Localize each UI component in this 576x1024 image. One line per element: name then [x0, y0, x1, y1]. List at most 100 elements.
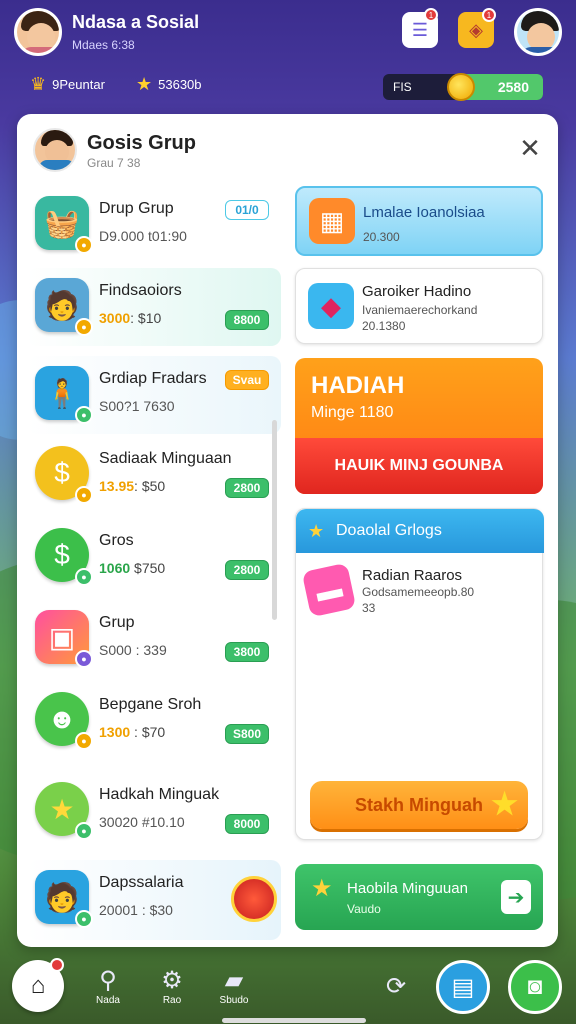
- item-badge: 01/0: [225, 200, 269, 220]
- home-badge: [50, 958, 64, 972]
- group-rewards-tab[interactable]: ★ Doaolal Grlogs: [296, 509, 544, 553]
- item-highlight: 1060: [99, 560, 131, 576]
- hadiah-banner[interactable]: HADIAH Minge 1180 HAUIK MINJ GOUNBA: [295, 358, 543, 494]
- card-title: Lmalae Ioanolsiaa: [363, 204, 485, 221]
- scrollbar[interactable]: [272, 420, 277, 620]
- claim-button-label: Stakh Minguah: [354, 794, 483, 815]
- list-item[interactable]: ★ ● Hadkah Minguak 30020 #10.10 8000: [27, 772, 281, 850]
- list-item[interactable]: ☻ ● Bepgane Sroh 1300 : $70 S800: [27, 682, 281, 760]
- item-title: Gros: [99, 532, 134, 549]
- item-value: S00?1 7630: [99, 398, 175, 414]
- item-badge: 2800: [225, 560, 269, 580]
- nav-shop-label: Sbudo: [219, 995, 249, 1006]
- panel-subtitle: Grau 7 38: [87, 156, 141, 170]
- item-badge: 8000: [225, 814, 269, 834]
- coin-balance[interactable]: FIS 2580: [383, 73, 543, 101]
- coin-value: 2580: [497, 79, 529, 95]
- arrow-button[interactable]: ➔: [501, 880, 531, 914]
- hadiah-subtitle: Minge 1180: [311, 404, 394, 421]
- reward-title: Radian Raaros: [362, 567, 463, 584]
- nav-shop[interactable]: ▰ Sbudo: [208, 960, 260, 1012]
- item-title: Dapssalaria: [99, 874, 184, 891]
- group-list: 🧺 ● Drup Grup D9.000 t01:90 01/0 🧑 ● Finds…: [27, 184, 281, 844]
- nav-chat[interactable]: ▤: [436, 960, 490, 1014]
- stat-rank: ♛ 9Peuntar: [30, 74, 105, 95]
- item-badge: 8800: [225, 310, 269, 330]
- search-icon: ⚲: [99, 967, 117, 994]
- item-title: Drup Grup: [99, 200, 174, 217]
- hadiah-button[interactable]: HAUIK MINJ GOUNBA: [295, 438, 543, 494]
- weekly-subtitle: Vaudo: [347, 902, 381, 916]
- item-rest: : $70: [130, 724, 166, 740]
- nav-refresh[interactable]: ⟳: [370, 960, 422, 1012]
- list-item[interactable]: $ ● Gros 1060 $750 2800: [27, 518, 281, 596]
- trophy-icon: ★: [308, 520, 325, 541]
- camera-icon: ◙: [527, 973, 543, 1000]
- nav-search[interactable]: ⚲ Nada: [82, 960, 134, 1012]
- user-subtitle: Mdaes 6:38: [72, 38, 135, 52]
- item-title: Findsaoiors: [99, 282, 182, 299]
- user-name: Ndasa a Sosial: [72, 12, 200, 32]
- arrow-right-icon: ➔: [507, 886, 525, 909]
- close-button[interactable]: ✕: [516, 134, 544, 162]
- claim-button[interactable]: Stakh Minguah ★: [310, 781, 528, 829]
- star-coin-icon: ★ ●: [35, 782, 93, 840]
- list-icon: ☰: [411, 19, 429, 40]
- card-subtitle-2: 20.1380: [362, 319, 406, 333]
- crown-icon: ♛: [30, 74, 47, 94]
- star-icon: ★: [311, 875, 333, 902]
- item-badge: Svau: [225, 370, 269, 390]
- item-title: Grup: [99, 614, 135, 631]
- item-rest: $750: [130, 560, 166, 576]
- item-value: 20001 : $30: [99, 902, 173, 918]
- stat-rank-value: 9Peuntar: [52, 77, 105, 92]
- item-rest: : $10: [130, 310, 162, 326]
- coin-label: FIS: [393, 80, 412, 94]
- list-item[interactable]: $ ● Sadiaak Minguaan 13.95: $50 2800: [27, 436, 281, 514]
- item-highlight: 13.95: [99, 478, 135, 494]
- list-item-bottom[interactable]: 🧑 ● Dapssalaria 20001 : $30: [27, 860, 281, 940]
- card-subtitle: Ivaniemaerechorkand: [362, 303, 478, 317]
- stat-stars-value: 53630b: [158, 77, 202, 92]
- close-icon: ✕: [519, 133, 541, 163]
- tab-label: Doaolal Grlogs: [336, 522, 442, 539]
- item-rest: : $50: [134, 478, 166, 494]
- gift-badge: 1: [482, 8, 496, 22]
- item-title: Bepgane Sroh: [99, 696, 202, 713]
- chest-icon: [231, 876, 277, 922]
- weekly-title: Haobila Minguuan: [347, 880, 468, 897]
- chest-icon: ▦: [309, 198, 355, 244]
- chat-icon: ▤: [451, 973, 475, 1001]
- nav-home[interactable]: ⌂: [12, 958, 64, 1012]
- nav-camera[interactable]: ◙: [508, 960, 562, 1014]
- group-rewards-card: ★ Doaolal Grlogs ▬ Radian Raaros Godsame…: [295, 508, 544, 840]
- ticket-icon: ▬: [301, 562, 357, 618]
- hadiah-title: HADIAH: [311, 372, 405, 399]
- item-highlight: 1300: [99, 724, 131, 740]
- card-event[interactable]: ▦ Lmalae Ioanolsiaa 20.300: [295, 186, 543, 256]
- coin-value-box: 2580: [447, 73, 543, 101]
- weekly-card[interactable]: ★ Haobila Minguuan Vaudo ➔: [295, 864, 543, 930]
- list-item[interactable]: 🧺 ● Drup Grup D9.000 t01:90 01/0: [27, 186, 281, 264]
- nav-settings-label: Rao: [162, 995, 182, 1006]
- star-icon: ★: [136, 74, 153, 94]
- nav-settings[interactable]: ⚙ Rao: [146, 960, 198, 1012]
- user-avatar[interactable]: [14, 8, 62, 56]
- card-reward[interactable]: ◆ Garoiker Hadino Ivaniemaerechorkand 20…: [295, 268, 543, 344]
- item-value: 1300 : $70: [99, 724, 165, 740]
- list-item[interactable]: 🧑 ● Findsaoiors 3000: $10 8800: [27, 268, 281, 346]
- notification-badge: 1: [424, 8, 438, 22]
- item-badge: S800: [225, 724, 269, 744]
- card-subtitle: 20.300: [363, 230, 400, 244]
- item-badge: 3800: [225, 642, 269, 662]
- frog-icon: ☻ ●: [35, 692, 93, 750]
- profile-avatar[interactable]: [514, 8, 562, 56]
- player-icon: 🧍 ●: [35, 366, 93, 424]
- item-value: 3000: $10: [99, 310, 161, 326]
- list-item[interactable]: 🧍 ● Grdiap Fradars S00?1 7630 Svau: [27, 356, 281, 434]
- coin-icon: [447, 73, 475, 101]
- list-item[interactable]: ▣ ● Grup S000 : 339 3800: [27, 600, 281, 678]
- card-title: Garoiker Hadino: [362, 283, 472, 300]
- basket-icon: 🧺 ●: [35, 196, 93, 254]
- avatar-icon: 🧑 ●: [35, 278, 93, 336]
